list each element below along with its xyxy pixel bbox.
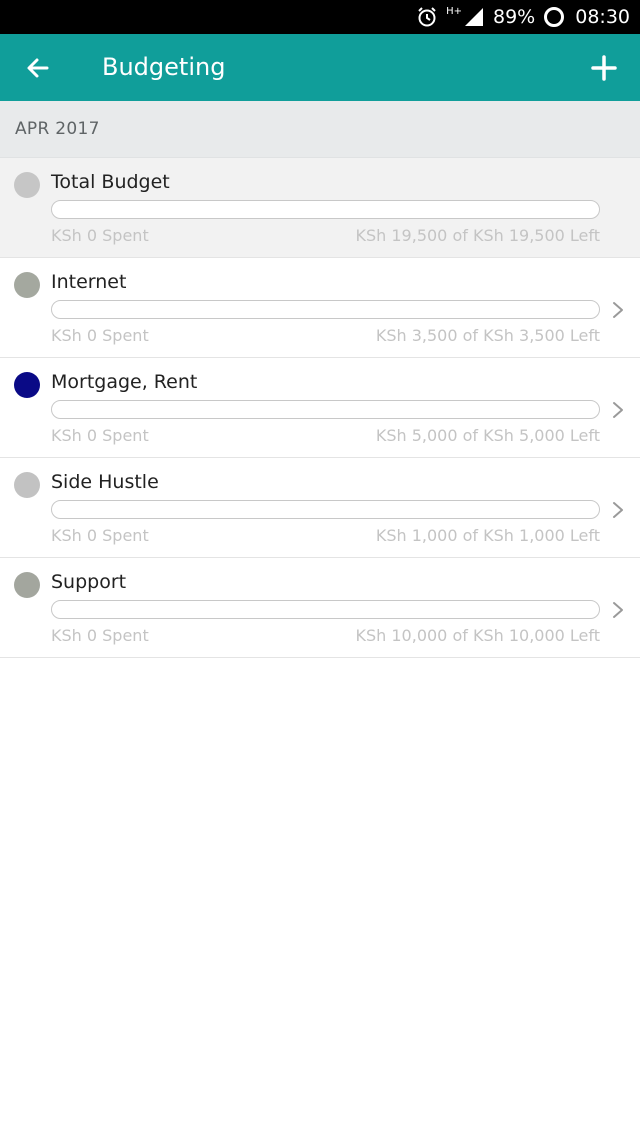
category-color-dot [14,172,40,198]
month-label: APR 2017 [15,119,100,139]
category-color-dot [14,272,40,298]
remaining-amount: KSh 19,500 of KSh 19,500 Left [355,226,601,245]
budget-row[interactable]: Side Hustle KSh 0 Spent KSh 1,000 of KSh 1… [0,458,640,558]
plus-icon [591,55,617,81]
budget-progress-bar [51,200,600,219]
spent-amount: KSh 0 Spent [51,626,149,645]
spent-amount: KSh 0 Spent [51,326,149,345]
spent-amount: KSh 0 Spent [51,226,149,245]
month-header: APR 2017 [0,101,640,158]
remaining-amount: KSh 5,000 of KSh 5,000 Left [375,426,600,445]
budget-name: Support [51,571,127,593]
budget-name: Side Hustle [51,471,159,493]
budget-progress-bar [51,500,600,519]
chevron-right-icon [613,302,623,318]
budget-row[interactable]: Mortgage, Rent KSh 0 Spent KSh 5,000 of KS… [0,358,640,458]
chevron-right-icon [613,602,623,618]
spent-amount: KSh 0 Spent [51,426,149,445]
chevron-right-icon [613,502,623,518]
page-title: Budgeting [102,53,226,81]
remaining-amount: KSh 3,500 of KSh 3,500 Left [375,326,600,345]
app-bar: Budgeting [0,34,640,101]
chevron-right-icon [613,402,623,418]
budget-progress-bar [51,400,600,419]
signal-icon: H+ [446,6,485,28]
budget-name: Internet [51,271,127,293]
back-button[interactable] [20,50,56,86]
remaining-amount: KSh 10,000 of KSh 10,000 Left [355,626,601,645]
budget-progress-bar [51,300,600,319]
battery-percent: 89% [493,6,536,28]
budget-progress-bar [51,600,600,619]
network-type-label: H+ [446,5,462,17]
category-color-dot [14,572,40,598]
total-budget-row[interactable]: Total Budget KSh 0 Spent KSh 19,500 of KSh… [0,158,640,258]
add-budget-button[interactable] [586,50,622,86]
budget-name: Mortgage, Rent [51,371,198,393]
category-color-dot [14,372,40,398]
battery-ring-icon [543,6,565,28]
spent-amount: KSh 0 Spent [51,526,149,545]
budget-row[interactable]: Internet KSh 0 Spent KSh 3,500 of KSh 3,50… [0,258,640,358]
budget-name: Total Budget [51,171,170,193]
alarm-icon [416,6,438,28]
budget-row[interactable]: Support KSh 0 Spent KSh 10,000 of KSh 10,0… [0,558,640,658]
category-color-dot [14,472,40,498]
status-bar: H+ 89% 08:30 [0,0,640,34]
remaining-amount: KSh 1,000 of KSh 1,000 Left [375,526,600,545]
arrow-left-icon [27,58,49,78]
clock: 08:30 [575,6,630,28]
